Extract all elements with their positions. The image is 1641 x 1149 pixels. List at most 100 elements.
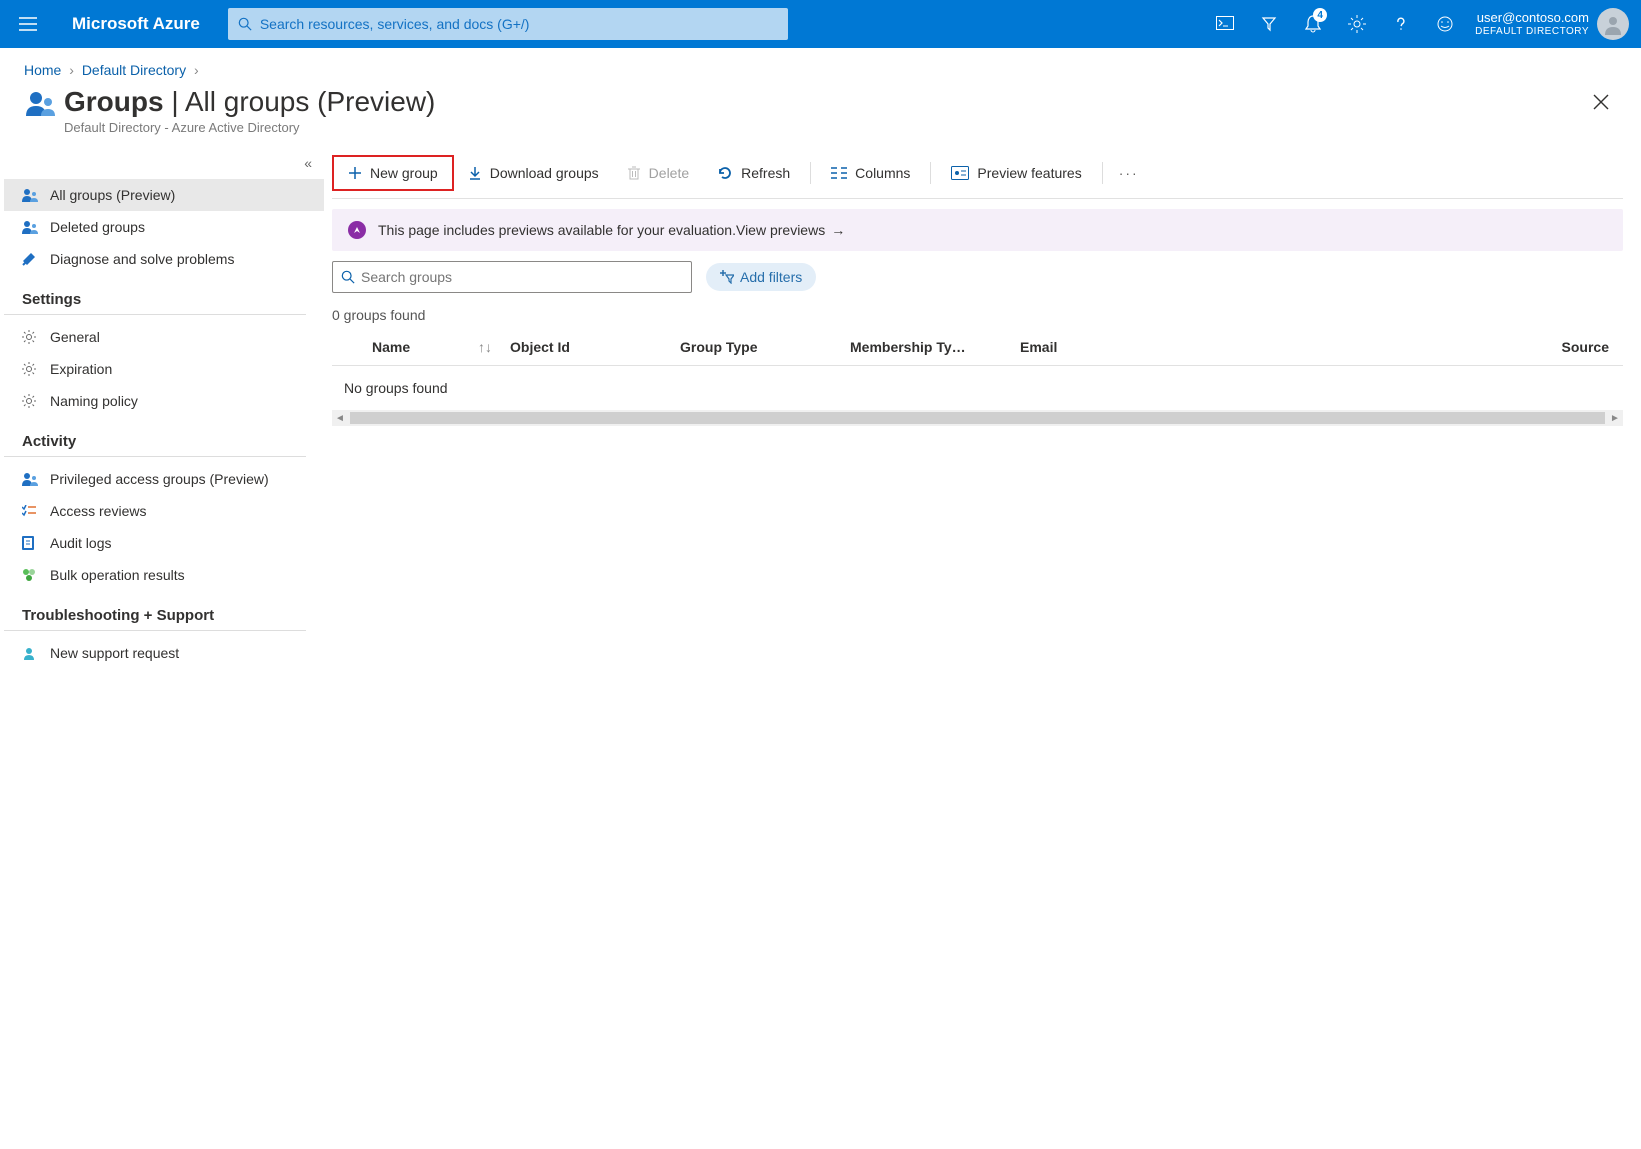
global-search-input[interactable] xyxy=(260,16,778,32)
sidebar-section-support: Troubleshooting + Support xyxy=(4,591,306,631)
notification-badge: 4 xyxy=(1313,8,1327,22)
trash-icon xyxy=(627,166,641,180)
avatar[interactable] xyxy=(1597,8,1629,40)
groups-icon xyxy=(22,472,44,486)
scroll-track[interactable] xyxy=(350,412,1605,424)
groups-icon xyxy=(24,90,64,118)
page-title: Groups | All groups (Preview) xyxy=(64,86,435,118)
sidebar-item-label: Expiration xyxy=(50,361,112,377)
breadcrumb-home[interactable]: Home xyxy=(24,62,61,78)
sidebar: « All groups (Preview) Deleted groups Di… xyxy=(4,147,324,669)
empty-state: No groups found xyxy=(332,366,1623,410)
arrow-right-icon: → xyxy=(831,222,845,238)
breadcrumb: Home › Default Directory › xyxy=(0,48,1641,86)
breadcrumb-directory[interactable]: Default Directory xyxy=(82,62,186,78)
user-account[interactable]: user@contoso.com DEFAULT DIRECTORY xyxy=(1475,10,1589,38)
book-icon xyxy=(22,536,44,550)
horizontal-scrollbar[interactable]: ◄ ► xyxy=(332,410,1623,426)
delete-button: Delete xyxy=(613,159,703,187)
download-groups-button[interactable]: Download groups xyxy=(454,159,613,187)
sidebar-item-label: New support request xyxy=(50,645,179,661)
add-filters-button[interactable]: Add filters xyxy=(706,263,816,291)
chevron-right-icon: › xyxy=(69,62,74,78)
sidebar-item-general[interactable]: General xyxy=(4,321,324,353)
header-icons: 4 xyxy=(1203,0,1467,48)
gear-icon xyxy=(22,394,44,408)
brand-label[interactable]: Microsoft Azure xyxy=(72,14,200,34)
search-icon xyxy=(238,17,252,31)
wrench-icon xyxy=(22,252,44,266)
user-directory: DEFAULT DIRECTORY xyxy=(1475,26,1589,38)
hamburger-menu-icon[interactable] xyxy=(12,8,44,40)
sidebar-item-access-reviews[interactable]: Access reviews xyxy=(4,495,324,527)
sidebar-item-all-groups[interactable]: All groups (Preview) xyxy=(4,179,324,211)
search-groups-input[interactable] xyxy=(361,269,683,285)
checklist-icon xyxy=(22,505,44,517)
column-header-group-type[interactable]: Group Type xyxy=(672,339,842,355)
result-count: 0 groups found xyxy=(332,299,1623,329)
sidebar-item-bulk-results[interactable]: Bulk operation results xyxy=(4,559,324,591)
sidebar-item-label: Bulk operation results xyxy=(50,567,185,583)
groups-icon xyxy=(22,188,44,202)
column-header-email[interactable]: Email xyxy=(1012,339,1182,355)
preview-features-button[interactable]: Preview features xyxy=(937,159,1095,187)
toolbar-separator xyxy=(1102,162,1103,184)
view-previews-link[interactable]: View previews→ xyxy=(736,222,845,238)
filter-row: Add filters xyxy=(332,261,1623,293)
sidebar-item-naming-policy[interactable]: Naming policy xyxy=(4,385,324,417)
column-header-name[interactable]: Name ↑↓ xyxy=(332,339,502,355)
columns-button[interactable]: Columns xyxy=(817,159,924,187)
scroll-left-icon[interactable]: ◄ xyxy=(332,413,348,424)
sidebar-item-privileged-access[interactable]: Privileged access groups (Preview) xyxy=(4,463,324,495)
sort-icon[interactable]: ↑↓ xyxy=(478,339,492,355)
download-icon xyxy=(468,166,482,180)
refresh-button[interactable]: Refresh xyxy=(703,159,804,187)
settings-icon[interactable] xyxy=(1335,0,1379,48)
new-group-button[interactable]: New group xyxy=(332,155,454,191)
column-header-membership-type[interactable]: Membership Ty… xyxy=(842,339,1012,355)
banner-text: This page includes previews available fo… xyxy=(378,222,736,238)
column-header-source[interactable]: Source xyxy=(1182,339,1623,355)
chevron-right-icon: › xyxy=(194,62,199,78)
sidebar-section-activity: Activity xyxy=(4,417,306,457)
support-icon xyxy=(22,646,44,660)
help-icon[interactable] xyxy=(1379,0,1423,48)
search-icon xyxy=(341,270,355,284)
search-groups-box xyxy=(332,261,692,293)
groups-icon xyxy=(22,220,44,234)
sidebar-item-label: Naming policy xyxy=(50,393,138,409)
cloud-shell-icon[interactable] xyxy=(1203,0,1247,48)
plus-icon xyxy=(348,166,362,180)
sidebar-item-expiration[interactable]: Expiration xyxy=(4,353,324,385)
global-header: Microsoft Azure 4 user@contoso xyxy=(0,0,1641,48)
global-search xyxy=(228,8,788,40)
feedback-icon[interactable] xyxy=(1423,0,1467,48)
gear-icon xyxy=(22,362,44,376)
bulk-icon xyxy=(22,568,44,582)
sidebar-item-diagnose[interactable]: Diagnose and solve problems xyxy=(4,243,324,275)
filter-icon xyxy=(720,270,734,284)
columns-icon xyxy=(831,167,847,179)
sidebar-item-label: General xyxy=(50,329,100,345)
preview-banner: This page includes previews available fo… xyxy=(332,209,1623,251)
preview-icon xyxy=(951,166,969,180)
table-header: Name ↑↓ Object Id Group Type Membership … xyxy=(332,329,1623,366)
sidebar-item-label: Audit logs xyxy=(50,535,111,551)
directory-filter-icon[interactable] xyxy=(1247,0,1291,48)
sidebar-item-support-request[interactable]: New support request xyxy=(4,637,324,669)
sidebar-item-deleted-groups[interactable]: Deleted groups xyxy=(4,211,324,243)
column-header-object-id[interactable]: Object Id xyxy=(502,339,672,355)
scroll-right-icon[interactable]: ► xyxy=(1607,413,1623,424)
sidebar-item-audit-logs[interactable]: Audit logs xyxy=(4,527,324,559)
toolbar-separator xyxy=(930,162,931,184)
refresh-icon xyxy=(717,165,733,181)
sidebar-item-label: Deleted groups xyxy=(50,219,145,235)
more-actions-button[interactable]: ··· xyxy=(1109,159,1149,187)
user-email: user@contoso.com xyxy=(1475,10,1589,26)
toolbar-separator xyxy=(810,162,811,184)
sidebar-item-label: All groups (Preview) xyxy=(50,187,175,203)
content-area: New group Download groups Delete Refresh… xyxy=(324,147,1641,669)
notifications-icon[interactable]: 4 xyxy=(1291,0,1335,48)
close-blade-button[interactable] xyxy=(1585,86,1617,118)
collapse-sidebar-button[interactable]: « xyxy=(4,151,324,179)
